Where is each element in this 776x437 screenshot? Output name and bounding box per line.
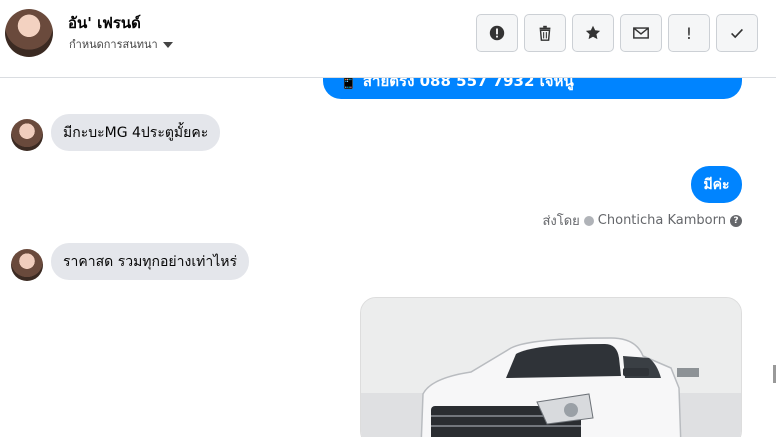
message-text: มีค่ะ	[703, 176, 730, 193]
attached-photo[interactable]	[360, 297, 742, 437]
verified-icon	[583, 215, 594, 226]
conversation-settings-label: กำหนดการสนทนา	[69, 38, 158, 51]
pickup-truck-image	[361, 298, 741, 437]
star-button[interactable]	[572, 14, 614, 52]
sender-avatar[interactable]	[11, 119, 43, 151]
contact-name[interactable]: อัน' เฟรนด์	[68, 11, 141, 35]
help-icon[interactable]: ?	[730, 214, 742, 227]
star-icon	[585, 25, 601, 40]
message-incoming[interactable]: ราคาสด รวมทุกอย่างเท่าไหร่	[51, 243, 249, 280]
email-button[interactable]	[620, 14, 662, 52]
envelope-icon	[633, 27, 649, 39]
sent-by-label: ส่งโดย	[542, 214, 580, 229]
flag-button[interactable]: !	[668, 14, 710, 52]
conversation-settings-dropdown[interactable]: กำหนดการสนทนา	[69, 35, 173, 53]
message-outgoing[interactable]: มีค่ะ	[691, 166, 742, 203]
mark-done-button[interactable]	[716, 14, 758, 52]
messenger-conversation: อัน' เฟรนด์ กำหนดการสนทนา ! 📱 สายตรง 088…	[0, 0, 776, 437]
message-incoming[interactable]: มีกะบะMG 4ประตูมั้ยคะ	[51, 114, 221, 151]
trash-icon	[539, 25, 551, 41]
delete-button[interactable]	[524, 14, 566, 52]
sender-avatar[interactable]	[11, 249, 43, 281]
check-icon	[731, 28, 743, 39]
exclamation-icon: !	[685, 23, 693, 43]
sent-by-name: Chonticha Kamborn	[597, 213, 726, 228]
message-text: มีกะบะMG 4ประตูมั้ยคะ	[63, 124, 209, 141]
sent-by-info: ส่งโดย Chonticha Kamborn ?	[542, 210, 742, 231]
mark-important-button[interactable]	[476, 14, 518, 52]
caret-down-icon	[162, 42, 173, 48]
alert-circle-icon	[489, 25, 505, 41]
contact-avatar[interactable]	[5, 9, 53, 57]
message-text: ราคาสด รวมทุกอย่างเท่าไหร่	[63, 253, 237, 270]
conversation-toolbar: !	[476, 14, 758, 52]
conversation-header: อัน' เฟรนด์ กำหนดการสนทนา !	[0, 0, 776, 78]
